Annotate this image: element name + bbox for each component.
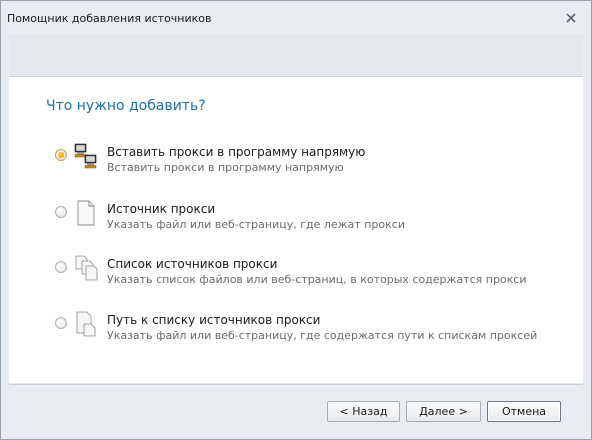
window-title: Помощник добавления источников [7, 12, 212, 25]
computers-icon [74, 143, 98, 169]
radio-paste-proxies[interactable] [55, 149, 67, 161]
option-source-list[interactable]: Список источников прокси Указать список … [9, 255, 583, 305]
option-source-list-path[interactable]: Путь к списку источников прокси Указать … [9, 311, 583, 361]
option-description: Указать список файлов или веб-страниц, в… [107, 273, 527, 286]
documents-stack-icon [74, 255, 98, 281]
radio-source-list-path[interactable] [55, 317, 67, 329]
cancel-button[interactable]: Отмена [487, 401, 561, 422]
content-panel: Что нужно добавить? Вставить прокси в пр… [9, 77, 583, 383]
next-button[interactable]: Далее > [406, 401, 481, 422]
option-description: Указать файл или веб-страницу, где лежат… [107, 218, 405, 231]
document-stack-path-icon [74, 311, 98, 337]
option-proxy-source[interactable]: Источник прокси Указать файл или веб-стр… [9, 200, 583, 250]
close-icon[interactable] [563, 10, 579, 26]
footer-bar: < Назад Далее > Отмена [9, 384, 583, 435]
option-paste-proxies[interactable]: Вставить прокси в программу напрямую Вст… [9, 143, 583, 193]
page-heading: Что нужно добавить? [46, 98, 206, 114]
header-banner [9, 34, 583, 77]
wizard-window: Помощник добавления источников Что нужно… [0, 0, 592, 440]
document-icon [74, 200, 98, 226]
option-title: Список источников прокси [107, 257, 278, 271]
option-description: Указать файл или веб-страницу, где содер… [107, 329, 538, 342]
back-button[interactable]: < Назад [327, 401, 400, 422]
option-description: Вставить прокси в программу напрямую [107, 161, 344, 174]
title-bar: Помощник добавления источников [1, 1, 591, 34]
radio-proxy-source[interactable] [55, 206, 67, 218]
option-title: Путь к списку источников прокси [107, 313, 321, 327]
option-title: Источник прокси [107, 202, 216, 216]
option-title: Вставить прокси в программу напрямую [107, 145, 366, 159]
radio-source-list[interactable] [55, 261, 67, 273]
